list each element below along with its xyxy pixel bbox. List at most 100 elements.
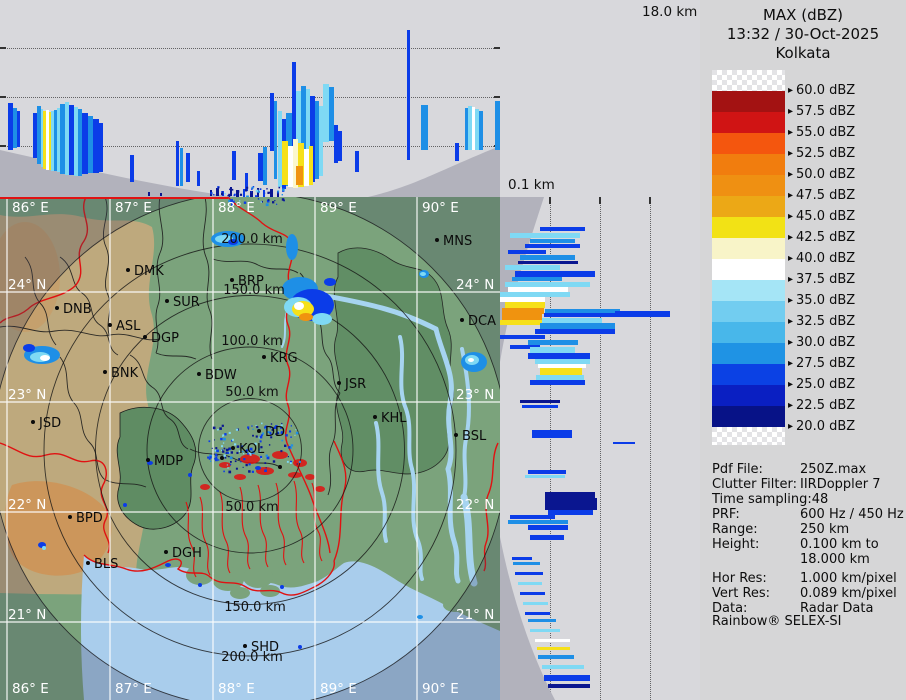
city-label: BPD bbox=[76, 511, 103, 526]
city-label: BSL bbox=[462, 429, 487, 444]
longitude-label: 88° E bbox=[218, 681, 255, 697]
legend-arrow-icon: ▸ bbox=[788, 169, 794, 180]
echo-bar bbox=[548, 510, 593, 515]
clutter-speckle bbox=[224, 433, 227, 436]
echo-bar bbox=[455, 143, 459, 161]
clutter-speckle bbox=[211, 447, 213, 449]
echo-bar bbox=[421, 105, 428, 150]
echo-bar bbox=[530, 535, 564, 540]
latitude-label: 23° N bbox=[8, 387, 46, 403]
legend-label-row: ▸ 60.0 dBZ bbox=[788, 83, 855, 99]
echo-bar bbox=[323, 84, 329, 142]
clutter-speckle bbox=[234, 443, 237, 446]
echo-blob bbox=[420, 272, 426, 276]
clutter-speckle bbox=[223, 470, 225, 473]
clutter-speckle bbox=[227, 452, 230, 454]
color-band bbox=[712, 385, 785, 406]
metadata-value: IIRDoppler 7 bbox=[800, 477, 881, 492]
color-band bbox=[712, 364, 785, 385]
clutter-speckle bbox=[222, 434, 225, 437]
clutter-speckle bbox=[298, 460, 301, 463]
echo-bar bbox=[505, 265, 560, 270]
clutter-speckle bbox=[243, 190, 245, 192]
height-profile-right-panel[interactable] bbox=[500, 197, 700, 700]
color-band bbox=[712, 322, 785, 343]
clutter-speckle bbox=[224, 193, 226, 195]
height-profile-canvas bbox=[0, 30, 500, 197]
echo-blob bbox=[286, 234, 298, 260]
echo-bar bbox=[176, 141, 179, 186]
city-dot bbox=[373, 415, 377, 419]
clutter-speckle bbox=[252, 428, 254, 430]
city-dot bbox=[103, 370, 107, 374]
legend-label-row: ▸ 45.0 dBZ bbox=[788, 209, 855, 225]
echo-bar bbox=[82, 113, 88, 174]
echo-bar bbox=[508, 287, 568, 292]
clutter-speckle bbox=[248, 463, 251, 466]
latitude-label: 21° N bbox=[8, 607, 46, 623]
legend-arrow-icon: ▸ bbox=[788, 421, 794, 432]
legend-arrow-icon: ▸ bbox=[788, 148, 794, 159]
echo-bar bbox=[542, 318, 602, 323]
city-dot bbox=[257, 429, 261, 433]
echo-bar bbox=[544, 313, 670, 317]
clutter-speckle bbox=[252, 434, 254, 437]
echo-bar bbox=[540, 323, 615, 329]
legend-threshold-label: 60.0 dBZ bbox=[796, 83, 856, 98]
clutter-speckle bbox=[260, 201, 262, 203]
metadata-row: Time sampling:48 bbox=[712, 492, 904, 507]
metadata-label: Pdf File: bbox=[712, 462, 763, 477]
color-band bbox=[712, 301, 785, 322]
echo-bar bbox=[545, 309, 620, 313]
city-label: DNB bbox=[63, 302, 92, 317]
radar-map-panel[interactable]: DMK BRP MNS SUR DNB ASL DGP BNK BDW KRG JSR KHL DCA B… bbox=[0, 197, 500, 700]
clutter-speckle bbox=[266, 188, 268, 190]
clutter-speckle bbox=[278, 186, 281, 189]
clutter-speckle bbox=[223, 454, 226, 457]
radar-echo-bars-right bbox=[500, 227, 670, 688]
legend-arrow-icon: ▸ bbox=[788, 316, 794, 327]
legend-threshold-label: 27.5 dBZ bbox=[796, 356, 856, 371]
echo-blob bbox=[165, 563, 171, 567]
legend-threshold-label: 42.5 dBZ bbox=[796, 230, 856, 245]
echo-blob bbox=[40, 355, 50, 361]
height-profile-top-panel[interactable] bbox=[0, 0, 500, 197]
echo-bar bbox=[54, 110, 57, 171]
legend-threshold-label: 40.0 dBZ bbox=[796, 251, 856, 266]
echo-bar bbox=[51, 111, 54, 171]
echo-bar bbox=[88, 116, 93, 173]
city-dot bbox=[108, 323, 112, 327]
city-label: ASL bbox=[116, 319, 141, 334]
echo-bar bbox=[535, 329, 615, 334]
metadata-row: Vert Res: 0.089 km/pixel bbox=[712, 586, 904, 601]
clutter-speckle bbox=[277, 190, 280, 193]
color-band bbox=[712, 154, 785, 175]
city-dot bbox=[231, 446, 235, 450]
echo-bar bbox=[542, 665, 584, 669]
legend-label-row: ▸ 52.5 dBZ bbox=[788, 146, 855, 162]
metadata-value: 18.000 km bbox=[800, 552, 870, 567]
echo-bar bbox=[513, 562, 540, 565]
echo-bar bbox=[522, 405, 558, 408]
clutter-speckle bbox=[215, 456, 218, 459]
echo-bar bbox=[548, 684, 590, 688]
echo-bar bbox=[232, 151, 236, 180]
city-label: JSD bbox=[38, 416, 61, 431]
legend-label-row: ▸ 42.5 dBZ bbox=[788, 230, 855, 246]
product-datetime: 13:32 / 30-Oct-2025 bbox=[726, 25, 880, 43]
legend-arrow-icon: ▸ bbox=[788, 232, 794, 243]
echo-bar bbox=[216, 188, 219, 196]
clutter-speckle bbox=[290, 444, 294, 447]
clutter-speckle bbox=[236, 190, 240, 193]
echo-bar bbox=[535, 359, 590, 364]
city-label: BNK bbox=[111, 366, 139, 381]
legend-arrow-icon: ▸ bbox=[788, 253, 794, 264]
echo-blob bbox=[198, 583, 202, 587]
echo-bar bbox=[282, 141, 288, 185]
echo-blob bbox=[255, 466, 261, 470]
clutter-speckle bbox=[277, 192, 279, 194]
city-label: KOL bbox=[239, 442, 265, 457]
latitude-label: 21° N bbox=[456, 607, 494, 623]
clutter-speckle bbox=[235, 428, 238, 431]
echo-bar bbox=[518, 582, 542, 585]
